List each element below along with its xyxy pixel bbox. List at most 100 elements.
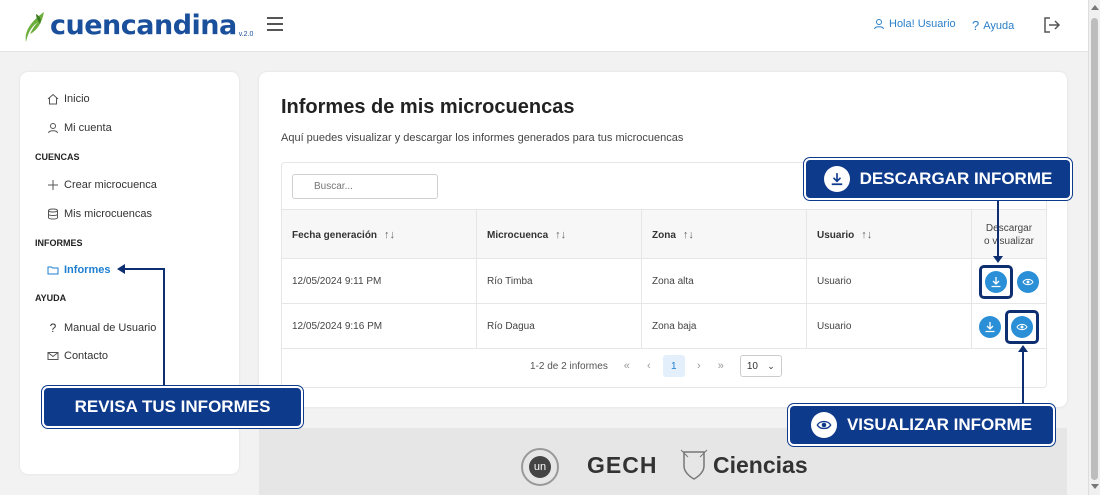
page-1-button[interactable]: 1 bbox=[662, 355, 685, 377]
logo-un: un bbox=[521, 448, 559, 486]
question-icon: ? bbox=[49, 321, 57, 335]
sidebar-item-manual[interactable]: ? Manual de Usuario bbox=[47, 321, 157, 335]
sort-icon[interactable]: ↑↓ bbox=[384, 229, 395, 241]
section-informes: INFORMES bbox=[35, 238, 83, 248]
user-icon bbox=[48, 123, 58, 134]
arrow-informes bbox=[163, 269, 165, 387]
col-microcuenca[interactable]: Microcuenca ↑↓ bbox=[477, 210, 642, 260]
coat-of-arms-icon bbox=[680, 449, 708, 480]
pagination: 1-2 de 2 informes « ‹ 1 › » 10 ⌄ bbox=[530, 355, 782, 377]
view-button[interactable] bbox=[1017, 270, 1039, 293]
eye-icon bbox=[810, 412, 837, 438]
help-label: Ayuda bbox=[983, 19, 1015, 32]
scroll-down-icon[interactable] bbox=[1091, 484, 1099, 489]
cell-zona: Zona baja bbox=[642, 304, 807, 349]
sidebar-item-label: Mi cuenta bbox=[64, 122, 112, 134]
arrow-informes-h bbox=[124, 268, 165, 270]
table-row: 12/05/2024 9:11 PM Río Timba Zona alta U… bbox=[282, 259, 1046, 304]
download-icon bbox=[985, 321, 995, 332]
col-zona[interactable]: Zona ↑↓ bbox=[642, 210, 807, 260]
cell-actions bbox=[972, 304, 1046, 349]
question-icon: ? bbox=[972, 18, 980, 33]
last-page-button[interactable]: » bbox=[710, 360, 732, 372]
arrow-download bbox=[997, 196, 999, 260]
arrow-view bbox=[1022, 350, 1024, 405]
download-icon bbox=[991, 276, 1001, 287]
scroll-up-icon[interactable] bbox=[1091, 5, 1099, 10]
download-button[interactable] bbox=[985, 270, 1007, 293]
eye-icon bbox=[1016, 323, 1028, 330]
top-bar: cuencandina v.2.0 Hola! Usuario ? Ayuda bbox=[0, 0, 1088, 52]
sidebar-item-crear-microcuenca[interactable]: Crear microcuenca bbox=[47, 179, 157, 191]
sidebar-item-inicio[interactable]: Inicio bbox=[47, 93, 90, 105]
user-greeting-link[interactable]: Hola! Usuario bbox=[873, 18, 956, 30]
prev-page-button[interactable]: ‹ bbox=[638, 360, 660, 372]
page-title: Informes de mis microcuencas bbox=[281, 96, 575, 118]
table-header: Fecha generación ↑↓ Microcuenca ↑↓ Zona ↑↓ … bbox=[282, 209, 1046, 260]
menu-icon[interactable] bbox=[267, 17, 283, 31]
pagination-summary: 1-2 de 2 informes bbox=[530, 360, 608, 372]
download-highlight bbox=[979, 264, 1013, 299]
cell-fecha: 12/05/2024 9:16 PM bbox=[282, 304, 477, 349]
sidebar-item-informes[interactable]: Informes bbox=[47, 264, 110, 276]
home-icon bbox=[47, 93, 59, 105]
search-input[interactable] bbox=[292, 174, 438, 199]
cell-usuario: Usuario bbox=[807, 259, 972, 304]
sidebar-item-label: Manual de Usuario bbox=[64, 322, 157, 334]
sidebar-item-label: Contacto bbox=[64, 350, 109, 362]
leaf-logo-icon bbox=[25, 12, 44, 42]
cell-usuario: Usuario bbox=[807, 304, 972, 349]
help-link[interactable]: ? Ayuda bbox=[972, 18, 1014, 33]
arrow-head bbox=[993, 256, 1003, 263]
logo-ciencias: Ciencias bbox=[679, 448, 808, 482]
scroll-thumb[interactable] bbox=[1091, 18, 1098, 480]
col-fecha[interactable]: Fecha generación ↑↓ bbox=[282, 210, 477, 260]
first-page-button[interactable]: « bbox=[616, 360, 638, 372]
mail-icon bbox=[47, 352, 59, 360]
logo-gech: GECH bbox=[587, 452, 658, 478]
chevron-down-icon: ⌄ bbox=[767, 360, 775, 371]
arrow-head bbox=[1018, 345, 1028, 352]
logo-text: cuencandina bbox=[50, 10, 237, 41]
database-icon bbox=[48, 208, 58, 220]
callout-revisa: REVISA TUS INFORMES bbox=[42, 386, 303, 428]
logout-icon[interactable] bbox=[1042, 15, 1062, 35]
view-highlight bbox=[1005, 309, 1039, 344]
section-ayuda: AYUDA bbox=[35, 293, 67, 303]
logo-version: v.2.0 bbox=[238, 31, 254, 38]
eye-icon bbox=[1022, 278, 1034, 285]
section-cuencas: CUENCAS bbox=[35, 152, 80, 162]
cell-microcuenca: Río Timba bbox=[477, 259, 642, 304]
next-page-button[interactable]: › bbox=[688, 360, 710, 372]
page-scrollbar[interactable] bbox=[1088, 0, 1100, 495]
download-icon bbox=[823, 166, 850, 192]
arrow-head bbox=[117, 264, 125, 274]
user-icon bbox=[874, 19, 884, 30]
sort-icon[interactable]: ↑↓ bbox=[555, 229, 566, 241]
plus-icon bbox=[48, 180, 58, 190]
page-subtitle: Aquí puedes visualizar y descargar los i… bbox=[281, 132, 684, 144]
col-usuario[interactable]: Usuario ↑↓ bbox=[807, 210, 972, 260]
view-button[interactable] bbox=[1011, 315, 1033, 338]
sidebar-item-mis-microcuencas[interactable]: Mis microcuencas bbox=[47, 208, 152, 220]
sidebar-item-label: Informes bbox=[64, 264, 111, 276]
logo[interactable]: cuencandina v.2.0 bbox=[22, 8, 253, 44]
cell-zona: Zona alta bbox=[642, 259, 807, 304]
download-button[interactable] bbox=[979, 315, 1001, 338]
table-row: 12/05/2024 9:16 PM Río Dagua Zona baja U… bbox=[282, 304, 1046, 349]
cell-actions bbox=[972, 259, 1046, 304]
sort-icon[interactable]: ↑↓ bbox=[861, 229, 872, 241]
sidebar-item-contacto[interactable]: Contacto bbox=[47, 350, 108, 362]
cell-microcuenca: Río Dagua bbox=[477, 304, 642, 349]
sidebar-item-mi-cuenta[interactable]: Mi cuenta bbox=[47, 122, 112, 134]
col-acciones: Descargar o visualizar bbox=[983, 223, 1035, 247]
greeting-label: Hola! Usuario bbox=[889, 18, 956, 30]
folder-icon bbox=[47, 266, 59, 275]
sidebar-item-label: Inicio bbox=[64, 93, 90, 105]
callout-visualizar: VISUALIZAR INFORME bbox=[788, 404, 1055, 446]
callout-descargar: DESCARGAR INFORME bbox=[804, 158, 1072, 200]
page-size-select[interactable]: 10 ⌄ bbox=[739, 355, 782, 377]
sidebar-item-label: Crear microcuenca bbox=[64, 179, 157, 191]
main-card: Informes de mis microcuencas Aquí puedes… bbox=[259, 72, 1067, 407]
sort-icon[interactable]: ↑↓ bbox=[683, 229, 694, 241]
